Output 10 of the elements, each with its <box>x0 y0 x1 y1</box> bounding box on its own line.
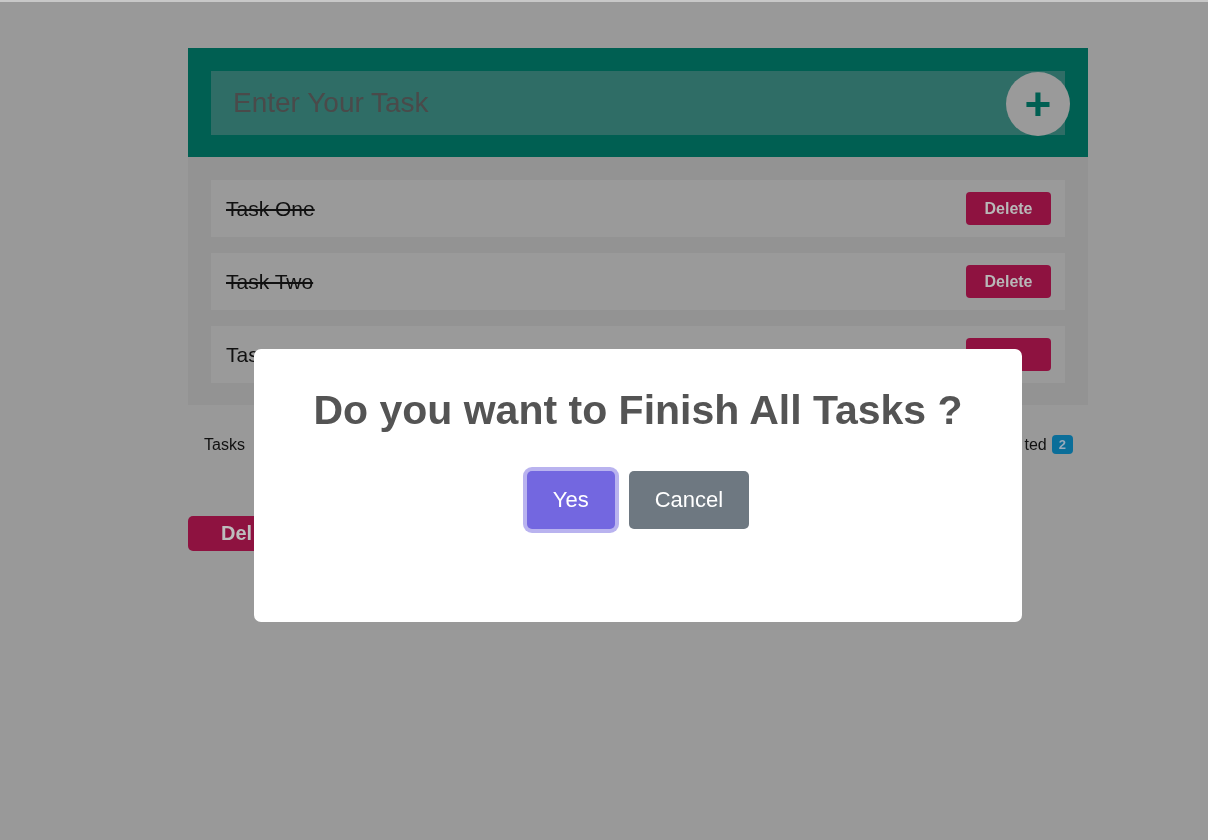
count-badge: 2 <box>1051 435 1073 454</box>
delete-button[interactable]: Delete <box>966 192 1051 225</box>
confirm-button[interactable]: Yes <box>526 471 615 529</box>
stats-label: Tasks <box>204 435 245 454</box>
task-name: Task Two <box>226 269 314 294</box>
task-name: Task One <box>226 196 315 221</box>
dialog-title: Do you want to Finish All Tasks ? <box>313 386 963 435</box>
cancel-button[interactable]: Cancel <box>628 471 750 529</box>
stats-label: ted <box>1024 435 1047 454</box>
delete-button[interactable]: Delete <box>966 265 1051 298</box>
